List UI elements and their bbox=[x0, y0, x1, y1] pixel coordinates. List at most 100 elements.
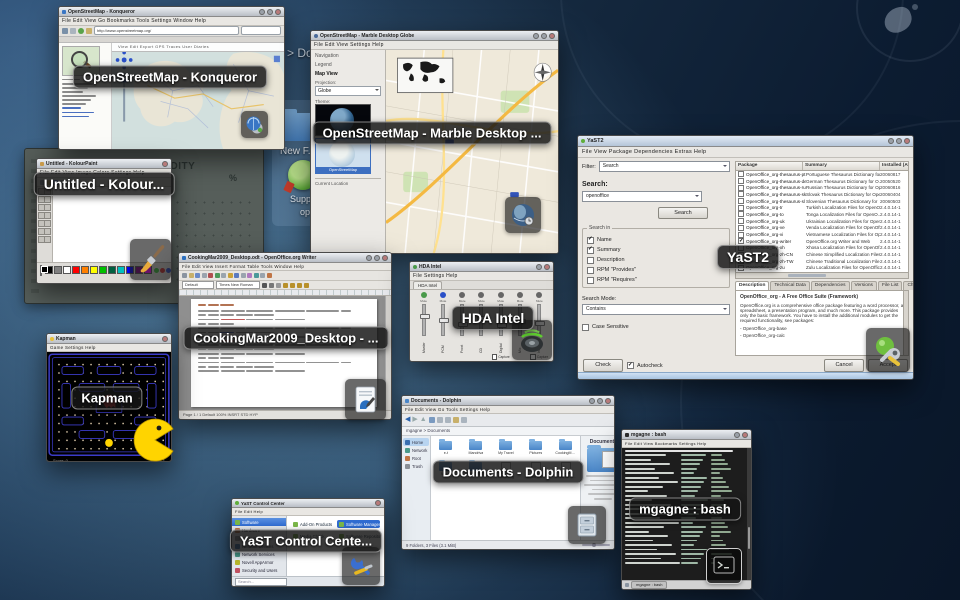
package-row[interactable]: OpenOffice_org-ukUkrainian Localization … bbox=[736, 218, 908, 225]
place-network[interactable]: Network bbox=[403, 446, 429, 454]
cancel-button[interactable]: Cancel bbox=[824, 359, 864, 372]
tab-change-log[interactable]: Change Log bbox=[903, 281, 914, 290]
forward-icon[interactable]: ▶ bbox=[412, 415, 417, 425]
place-home[interactable]: Home bbox=[403, 438, 429, 446]
channel-icon[interactable] bbox=[498, 292, 504, 298]
package-row[interactable]: OpenOffice_org-thesaurus-ruRussian Thesa… bbox=[736, 184, 908, 191]
palette-swatch[interactable] bbox=[81, 266, 89, 274]
package-checkbox[interactable] bbox=[738, 171, 744, 177]
align-right-icon[interactable] bbox=[297, 283, 302, 288]
titlebar[interactable]: YaST2 bbox=[578, 136, 913, 147]
current-location[interactable]: Current Location bbox=[315, 178, 381, 186]
minimize-button[interactable] bbox=[589, 398, 595, 404]
palette-swatch[interactable] bbox=[54, 266, 62, 274]
filter-combo[interactable]: Search bbox=[599, 161, 730, 172]
package-checkbox[interactable] bbox=[738, 232, 744, 238]
option-checkbox[interactable] bbox=[587, 267, 594, 274]
url-bar[interactable]: http://www.openstreetmap.org/ bbox=[94, 26, 239, 35]
slider-handle[interactable] bbox=[439, 318, 449, 323]
titlebar[interactable]: Untitled - KolourPaint bbox=[37, 159, 171, 169]
palette-swatch[interactable] bbox=[99, 266, 107, 274]
category-novell-apparmor[interactable]: Novell AppArmor bbox=[232, 558, 286, 566]
toolbar-icon[interactable] bbox=[182, 273, 187, 278]
search-in-option[interactable]: Summary bbox=[587, 245, 725, 255]
palette-swatch[interactable] bbox=[117, 266, 125, 274]
titlebar[interactable]: Kapman bbox=[47, 334, 171, 344]
case-sensitive-checkbox[interactable] bbox=[582, 324, 589, 331]
package-row[interactable]: OpenOffice_org-thesaurus-slSlovenian The… bbox=[736, 198, 908, 205]
toolbar-icon[interactable] bbox=[260, 273, 265, 278]
folder-item[interactable]: Mandriva bbox=[465, 441, 486, 455]
close-button[interactable] bbox=[275, 9, 281, 15]
align-left-icon[interactable] bbox=[283, 283, 288, 288]
maximize-button[interactable] bbox=[597, 398, 603, 404]
option-checkbox[interactable] bbox=[587, 277, 594, 284]
package-checkbox[interactable] bbox=[738, 225, 744, 231]
package-row[interactable]: OpenOffice_org-thesaurus-ptPortuguese Th… bbox=[736, 171, 908, 178]
package-checkbox[interactable] bbox=[738, 185, 744, 191]
menubar[interactable]: File View Package Dependencies Extras He… bbox=[578, 147, 913, 158]
toolbar-icon[interactable] bbox=[202, 273, 207, 278]
palette-swatch[interactable] bbox=[63, 266, 71, 274]
case-sensitive-row[interactable]: Case Sensitive bbox=[582, 322, 730, 332]
search-button[interactable]: Search bbox=[658, 207, 708, 219]
maximize-button[interactable] bbox=[896, 138, 902, 144]
package-row[interactable]: OpenOffice_org-toTonga Localization File… bbox=[736, 211, 908, 218]
window-label-konsole[interactable]: mgagne : bash bbox=[629, 498, 741, 521]
package-row[interactable]: OpenOffice_org-veVenda Localization File… bbox=[736, 225, 908, 232]
menubar[interactable]: Game Settings Help bbox=[47, 344, 171, 352]
maximize-button[interactable] bbox=[374, 255, 380, 261]
search-input[interactable]: Search... bbox=[235, 578, 287, 586]
module-item[interactable]: Software Management bbox=[337, 520, 380, 528]
up-icon[interactable]: ▲ bbox=[420, 415, 427, 425]
titlebar[interactable]: CookingMar2009_Desktop.odt - OpenOffice.… bbox=[179, 253, 391, 263]
capture-checkbox[interactable] bbox=[492, 354, 498, 360]
justify-icon[interactable] bbox=[304, 283, 309, 288]
folder-item[interactable]: Pictures bbox=[525, 441, 546, 455]
window-label-marble[interactable]: OpenStreetMap - Marble Desktop ... bbox=[313, 122, 552, 145]
minimize-button[interactable] bbox=[888, 138, 894, 144]
minimize-button[interactable] bbox=[533, 33, 539, 39]
category-software[interactable]: Software bbox=[232, 518, 286, 526]
window-label-kolourpaint[interactable]: Untitled - Kolour... bbox=[34, 172, 175, 196]
search-input[interactable]: openoffice bbox=[582, 191, 702, 202]
toolbar-icon[interactable] bbox=[215, 273, 220, 278]
package-row[interactable]: OpenOffice_org-thesaurus-skSlovak Thesau… bbox=[736, 191, 908, 198]
search-in-option[interactable]: RPM "Provides" bbox=[587, 265, 725, 275]
paragraph-style-combo[interactable]: Default bbox=[182, 281, 214, 289]
window-label-dolphin[interactable]: Documents - Dolphin bbox=[433, 461, 584, 484]
category-security-and-users[interactable]: Security and Users bbox=[232, 566, 286, 574]
channel-icon[interactable] bbox=[421, 292, 427, 298]
check-button[interactable]: Check bbox=[583, 359, 623, 372]
channel-icon[interactable] bbox=[478, 292, 484, 298]
capture-option[interactable]: Capture bbox=[492, 354, 510, 360]
menubar[interactable]: File Settings Help bbox=[410, 272, 553, 281]
package-checkbox[interactable] bbox=[738, 205, 744, 211]
place-root[interactable]: Root bbox=[403, 454, 429, 462]
autocheck-checkbox[interactable] bbox=[627, 362, 634, 369]
tab-file-list[interactable]: File List bbox=[878, 281, 903, 290]
tool-box[interactable] bbox=[37, 187, 53, 262]
fg-bg-color-swatch[interactable] bbox=[40, 265, 42, 276]
font-name-combo[interactable]: Times New Roman bbox=[216, 281, 260, 289]
toolbar-icon[interactable] bbox=[221, 273, 226, 278]
folder-item[interactable]: e-t bbox=[435, 441, 456, 455]
back-icon[interactable]: ◀ bbox=[405, 415, 410, 425]
menubar[interactable]: File Edit View Insert Format Table Tools… bbox=[179, 263, 391, 271]
search-in-option[interactable]: RPM "Requires" bbox=[587, 275, 725, 285]
titlebar[interactable]: YaST Control Center bbox=[232, 499, 384, 508]
window-label-ycc[interactable]: YaST Control Cente... bbox=[230, 530, 382, 553]
horizontal-scrollbar[interactable] bbox=[735, 273, 909, 279]
menubar[interactable]: File Edit View Settings Help bbox=[311, 41, 558, 50]
panel-map-view[interactable]: Map View bbox=[315, 71, 381, 77]
package-checkbox[interactable] bbox=[738, 198, 744, 204]
toolbar-icon[interactable] bbox=[254, 273, 259, 278]
tab-technical-data[interactable]: Technical Data bbox=[770, 281, 809, 290]
new-tab-icon[interactable] bbox=[625, 583, 629, 587]
search-box[interactable] bbox=[241, 26, 281, 35]
volume-slider[interactable] bbox=[441, 304, 445, 336]
package-checkbox[interactable] bbox=[738, 218, 744, 224]
tab-versions[interactable]: Versions bbox=[851, 281, 877, 290]
place-trash[interactable]: Trash bbox=[403, 462, 429, 470]
package-checkbox[interactable] bbox=[738, 191, 744, 197]
